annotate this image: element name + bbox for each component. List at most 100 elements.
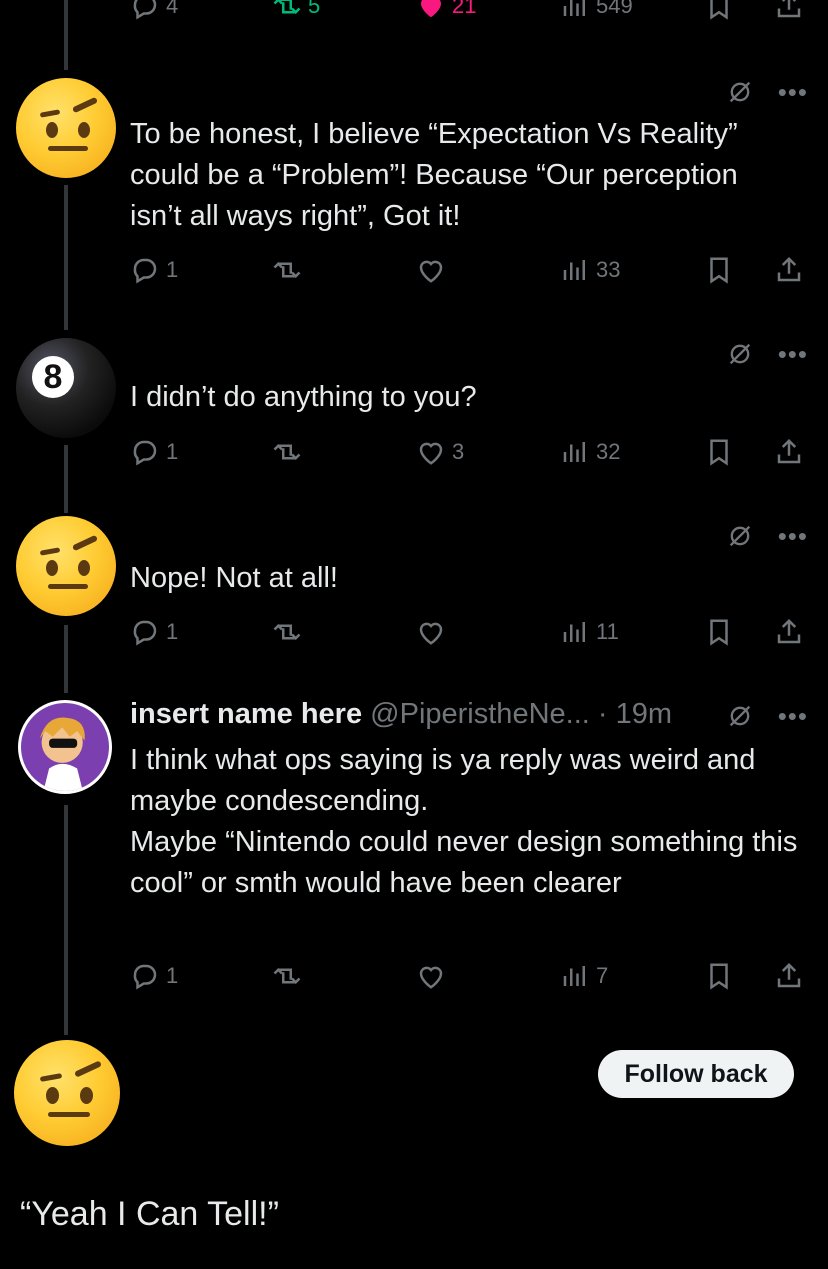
reply-icon (133, 964, 157, 990)
bookmark-button[interactable] (704, 434, 734, 470)
reply-count: 1 (166, 619, 179, 644)
tweet-text: I didn’t do anything to you? (130, 381, 477, 413)
bookmark-icon (710, 619, 728, 646)
share-icon (777, 438, 801, 464)
share-icon (777, 256, 801, 282)
more-icon[interactable]: ••• (778, 523, 808, 549)
avatar[interactable]: 8 (16, 338, 116, 438)
reply-button[interactable]: 1 (130, 958, 178, 994)
tweet-text: Nope! Not at all! (130, 562, 338, 594)
share-button[interactable] (774, 958, 804, 994)
retweet-button[interactable] (272, 434, 302, 470)
reply-count: 1 (166, 963, 179, 988)
like-button[interactable] (416, 252, 452, 288)
bookmark-button[interactable] (704, 958, 734, 994)
retweet-button[interactable] (272, 958, 302, 994)
more-icon[interactable]: ••• (778, 703, 808, 729)
heart-icon (419, 442, 443, 465)
retweet-button[interactable]: 5 (272, 0, 320, 24)
retweet-icon (273, 443, 301, 461)
tweet-actions: 1 3 32 (130, 434, 810, 470)
like-count: 21 (452, 0, 477, 18)
reply-icon (133, 0, 157, 20)
share-button[interactable] (774, 434, 804, 470)
grok-icon[interactable] (726, 78, 754, 106)
reply-button[interactable]: 1 (130, 252, 178, 288)
bookmark-icon (710, 963, 728, 990)
reply-icon (133, 440, 157, 466)
reply-icon (133, 258, 157, 284)
tweet-actions: 1 33 (130, 252, 810, 288)
thread-line (64, 445, 68, 513)
grok-icon[interactable] (726, 522, 754, 550)
avatar[interactable] (16, 516, 116, 616)
tweet-actions: 1 11 (130, 614, 810, 650)
views-icon (563, 442, 585, 462)
post-time[interactable]: · 19m (598, 698, 672, 730)
retweet-button[interactable] (272, 614, 302, 650)
heart-filled-icon (421, 0, 441, 18)
retweet-icon (273, 967, 301, 985)
follow-back-button[interactable]: Follow back (598, 1050, 794, 1098)
retweet-icon (273, 623, 301, 641)
heart-icon (419, 260, 443, 283)
views-button[interactable]: 11 (560, 614, 619, 650)
views-button[interactable]: 549 (560, 0, 633, 24)
views-icon (563, 966, 585, 986)
display-name[interactable]: insert name here (130, 698, 362, 730)
views-button[interactable]: 32 (560, 434, 620, 470)
bookmark-button[interactable] (704, 252, 734, 288)
thread-line (64, 0, 68, 70)
view-count: 549 (596, 0, 633, 18)
share-icon (777, 618, 801, 644)
share-button[interactable] (774, 252, 804, 288)
thread-line (64, 185, 68, 330)
avatar[interactable] (18, 700, 112, 794)
bookmark-icon (710, 0, 728, 20)
thread-line (64, 625, 68, 693)
retweet-icon (273, 261, 301, 279)
tweet-text: To be honest, I believe “Expectation Vs … (130, 118, 738, 232)
share-icon (777, 0, 801, 18)
reply-count: 1 (166, 257, 179, 282)
parent-tweet-actions: 4 5 21 549 (130, 0, 810, 24)
user-handle[interactable]: @PiperistheNe... (370, 698, 590, 730)
like-button[interactable] (416, 958, 452, 994)
share-button[interactable] (774, 0, 804, 24)
tweet-menu-area: ••• (726, 340, 808, 368)
eight-ball-icon: 8 (32, 356, 74, 398)
more-icon[interactable]: ••• (778, 79, 808, 105)
reply-count: 4 (166, 0, 179, 18)
like-button[interactable]: 3 (416, 434, 464, 470)
like-button[interactable] (416, 614, 452, 650)
bookmark-button[interactable] (704, 614, 734, 650)
bookmark-button[interactable] (704, 0, 734, 24)
view-count: 11 (596, 619, 619, 644)
heart-icon (419, 622, 443, 645)
avatar[interactable] (16, 78, 116, 178)
views-icon (563, 260, 585, 280)
share-button[interactable] (774, 614, 804, 650)
like-count: 3 (452, 439, 465, 464)
heart-icon (419, 966, 443, 989)
grok-icon[interactable] (726, 702, 754, 730)
reply-count: 1 (166, 439, 179, 464)
grok-icon[interactable] (726, 340, 754, 368)
tweet-menu-area: ••• (726, 522, 808, 550)
reply-button[interactable]: 1 (130, 614, 178, 650)
thread-line (64, 805, 68, 1035)
tweet-actions: 1 7 (130, 958, 810, 994)
tweet-header: insert name here @PiperistheNe... · 19m (130, 694, 672, 735)
caption-text: “Yeah I Can Tell!” (20, 1195, 279, 1233)
tweet-menu-area: ••• (726, 78, 808, 106)
view-count: 32 (596, 439, 621, 464)
reply-button[interactable]: 4 (130, 0, 178, 24)
views-button[interactable]: 33 (560, 252, 620, 288)
retweet-button[interactable] (272, 252, 302, 288)
more-icon[interactable]: ••• (778, 341, 808, 367)
views-button[interactable]: 7 (560, 958, 608, 994)
views-icon (563, 0, 585, 16)
like-button[interactable]: 21 (416, 0, 476, 24)
share-icon (777, 962, 801, 988)
reply-button[interactable]: 1 (130, 434, 178, 470)
